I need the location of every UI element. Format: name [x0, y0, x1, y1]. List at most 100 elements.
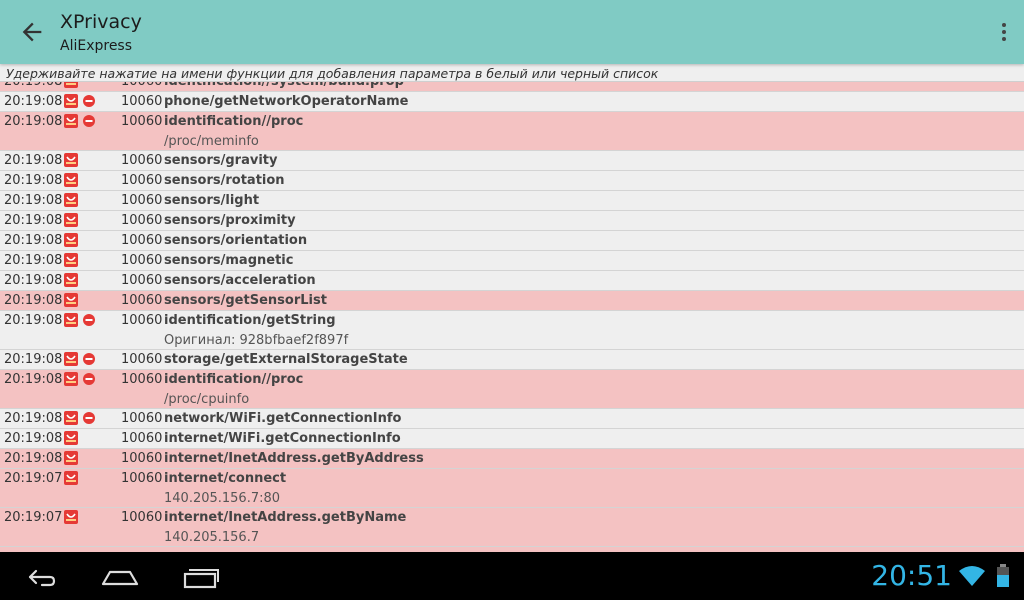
app-subtitle: AliExpress	[60, 38, 133, 54]
restricted-icon	[83, 412, 95, 424]
log-time: 20:19:08	[4, 94, 63, 109]
log-row[interactable]: 20:19:08 10060 sensors/light	[0, 191, 1024, 211]
log-time: 20:19:08	[4, 153, 63, 168]
log-row[interactable]: 20:19:08 10060 sensors/proximity	[0, 211, 1024, 231]
log-time: 20:19:08	[4, 313, 63, 328]
log-function[interactable]: identification//system/build.prop	[164, 82, 404, 91]
log-uid: 10060	[121, 313, 163, 328]
log-function[interactable]: identification/getString	[164, 311, 336, 330]
log-uid: 10060	[121, 411, 163, 426]
log-parameter: 140.205.156.7:80	[164, 491, 281, 506]
log-row[interactable]: 20:19:08 10060 internet/InetAddress.getByA…	[0, 449, 1024, 469]
log-time: 20:19:08	[4, 352, 63, 367]
log-function[interactable]: sensors/getSensorList	[164, 291, 327, 310]
battery-icon	[997, 564, 1009, 587]
log-function[interactable]: sensors/orientation	[164, 231, 307, 250]
log-function[interactable]: network/WiFi.getConnectionInfo	[164, 409, 401, 428]
nav-recent-apps-icon[interactable]	[182, 564, 220, 590]
overflow-menu-icon[interactable]	[992, 20, 1016, 44]
log-time: 20:19:08	[4, 233, 63, 248]
log-uid: 10060	[121, 233, 163, 248]
log-row[interactable]: 20:19:08 10060 storage/getExternalStorageS…	[0, 350, 1024, 370]
log-function[interactable]: identification//proc	[164, 112, 303, 131]
log-time: 20:19:07	[4, 510, 63, 525]
log-uid: 10060	[121, 114, 163, 129]
restricted-icon	[83, 314, 95, 326]
status-clock: 20:51	[871, 559, 952, 592]
log-row[interactable]: 20:19:08 10060 sensors/magnetic	[0, 251, 1024, 271]
log-function[interactable]: phone/getNetworkOperatorName	[164, 92, 409, 111]
log-row[interactable]: 20:19:08 10060 sensors/getSensorList	[0, 291, 1024, 311]
log-time: 20:19:08	[4, 273, 63, 288]
log-row[interactable]: 20:19:08 10060 phone/getNetworkOperatorNam…	[0, 92, 1024, 112]
log-uid: 10060	[121, 471, 163, 486]
log-row[interactable]: 20:19:07 10060 internet/connect 140.205.156…	[0, 469, 1024, 508]
log-function[interactable]: sensors/gravity	[164, 151, 277, 170]
log-function[interactable]: sensors/light	[164, 191, 259, 210]
log-row[interactable]: 20:19:08 10060 network/WiFi.getConnectionI…	[0, 409, 1024, 429]
usage-hint: Удерживайте нажатие на имени функции для…	[0, 64, 1024, 82]
aliexpress-app-icon	[64, 213, 78, 227]
log-parameter: 140.205.156.7	[164, 530, 260, 545]
log-time: 20:19:08	[4, 82, 62, 91]
log-function[interactable]: sensors/rotation	[164, 171, 285, 190]
log-time: 20:19:08	[4, 411, 63, 426]
aliexpress-app-icon	[64, 273, 78, 287]
aliexpress-app-icon	[64, 233, 78, 247]
log-time: 20:19:08	[4, 173, 63, 188]
log-row[interactable]: 20:19:08 10060 internet/WiFi.getConnection…	[0, 429, 1024, 449]
log-uid: 10060	[121, 510, 163, 525]
log-row[interactable]: 20:19:08 10060 sensors/rotation	[0, 171, 1024, 191]
log-function[interactable]: identification//proc	[164, 370, 303, 389]
aliexpress-app-icon	[64, 431, 78, 445]
log-function[interactable]: internet/InetAddress.getByAddress	[164, 449, 424, 468]
log-time: 20:19:08	[4, 431, 63, 446]
log-uid: 10060	[121, 352, 163, 367]
log-time: 20:19:08	[4, 451, 63, 466]
log-uid: 10060	[121, 253, 163, 268]
back-arrow-icon[interactable]	[18, 18, 46, 46]
log-function[interactable]: sensors/proximity	[164, 211, 296, 230]
log-function[interactable]: storage/getExternalStorageState	[164, 350, 408, 369]
log-uid: 10060	[121, 82, 162, 91]
restricted-icon	[83, 353, 95, 365]
log-function[interactable]: sensors/acceleration	[164, 271, 316, 290]
aliexpress-app-icon	[64, 82, 78, 88]
log-row[interactable]: 20:19:08 10060identification//system/buil…	[0, 82, 1024, 92]
log-row[interactable]: 20:19:08 10060 identification//proc/proc/m…	[0, 112, 1024, 151]
log-function[interactable]: internet/WiFi.getConnectionInfo	[164, 429, 401, 448]
nav-home-icon[interactable]	[100, 564, 140, 590]
nav-back-icon[interactable]	[22, 564, 58, 590]
restricted-icon	[83, 115, 95, 127]
log-row[interactable]: 20:19:08 10060 sensors/gravity	[0, 151, 1024, 171]
log-function[interactable]: internet/connect	[164, 469, 286, 488]
log-uid: 10060	[121, 372, 163, 387]
log-row[interactable]: 20:19:07 10060 internet/InetAddress.getByN…	[0, 508, 1024, 547]
aliexpress-app-icon	[64, 411, 78, 425]
restricted-icon	[83, 95, 95, 107]
usage-log-rows: 20:19:0810060identification//system/buil…	[0, 82, 1024, 552]
log-parameter: Оригинал: 928bfbaef2f897f	[164, 333, 349, 348]
system-navigation-bar: 20:51	[0, 552, 1024, 600]
aliexpress-app-icon	[64, 153, 78, 167]
usage-log-list[interactable]: 20:19:0810060identification//system/buil…	[0, 82, 1024, 552]
log-parameter: /proc/cpuinfo	[164, 392, 250, 407]
log-time: 20:19:08	[4, 193, 63, 208]
log-time: 20:19:08	[4, 114, 63, 129]
log-row[interactable]: 20:19:08 10060 sensors/acceleration	[0, 271, 1024, 291]
title-block: XPrivacy AliExpress	[60, 10, 142, 56]
log-row[interactable]: 20:19:08 10060 identification/getString Ори…	[0, 311, 1024, 350]
aliexpress-app-icon	[64, 451, 78, 465]
log-time: 20:19:07	[4, 471, 63, 486]
aliexpress-app-icon	[64, 372, 78, 386]
aliexpress-app-icon	[64, 313, 78, 327]
log-function[interactable]: internet/InetAddress.getByName	[164, 508, 406, 527]
aliexpress-app-icon	[64, 471, 78, 485]
aliexpress-app-icon	[64, 293, 78, 307]
aliexpress-app-icon	[64, 253, 78, 267]
log-row[interactable]: 20:19:08 10060 sensors/orientation	[0, 231, 1024, 251]
log-function[interactable]: sensors/magnetic	[164, 251, 293, 270]
log-time: 20:19:08	[4, 253, 63, 268]
log-row[interactable]: 20:19:08 10060 identification//proc/proc/c…	[0, 370, 1024, 409]
log-time: 20:19:08	[4, 293, 63, 308]
